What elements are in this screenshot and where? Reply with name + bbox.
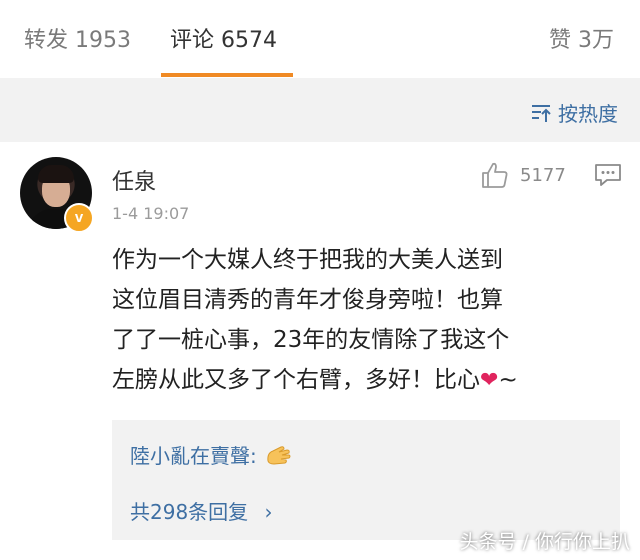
view-all-replies-link[interactable]: 共298条回复 › xyxy=(130,496,273,525)
comment-bubble-icon[interactable] xyxy=(594,162,622,188)
watermark: 头条号 / 你行你上扒 xyxy=(459,531,630,553)
sort-icon xyxy=(532,104,551,122)
chevron-right-icon: › xyxy=(264,500,273,524)
like-count: 5177 xyxy=(520,164,566,186)
heart-icon: ❤ xyxy=(480,368,499,393)
active-tab-indicator xyxy=(161,73,293,77)
comment-line-tail: ~ xyxy=(498,367,518,393)
sort-label: 按热度 xyxy=(558,102,618,126)
reply-item[interactable]: 陸小亂在賣聲: xyxy=(130,440,293,469)
tab-comments[interactable]: 评论 6574 xyxy=(170,22,277,54)
like-button[interactable]: 5177 xyxy=(480,160,566,190)
tab-bar: 转发 1953 评论 6574 赞 3万 xyxy=(0,0,640,78)
tab-repost[interactable]: 转发 1953 xyxy=(24,22,131,54)
comment-line-text: 左膀从此又多了个右臂，多好！比心 xyxy=(112,367,480,393)
comment-line: 作为一个大媒人终于把我的大美人送到 xyxy=(112,247,503,273)
sort-bar: 按热度 xyxy=(0,78,640,142)
view-all-replies-label: 共298条回复 xyxy=(130,500,249,524)
hand-emoji-icon xyxy=(267,446,291,465)
comment-line: 这位眉目清秀的青年才俊身旁啦！也算 xyxy=(112,287,503,313)
reply-preview: 陸小亂在賣聲: 共298条回复 › xyxy=(112,420,620,540)
comment-username[interactable]: 任泉 xyxy=(112,164,156,196)
comment-line: 了了一桩心事，23年的友情除了我这个 xyxy=(112,327,510,353)
thumbs-up-icon xyxy=(482,162,508,188)
reply-author[interactable]: 陸小亂在賣聲: xyxy=(130,444,257,468)
sort-by-hot-button[interactable]: 按热度 xyxy=(530,98,618,127)
comment-line-last: 左膀从此又多了个右臂，多好！比心❤~ xyxy=(112,360,622,401)
verified-badge-icon: v xyxy=(64,203,94,233)
comment-text: 作为一个大媒人终于把我的大美人送到 这位眉目清秀的青年才俊身旁啦！也算 了了一桩… xyxy=(112,240,622,401)
comment-timestamp: 1-4 19:07 xyxy=(112,204,190,223)
tab-likes[interactable]: 赞 3万 xyxy=(549,22,614,54)
